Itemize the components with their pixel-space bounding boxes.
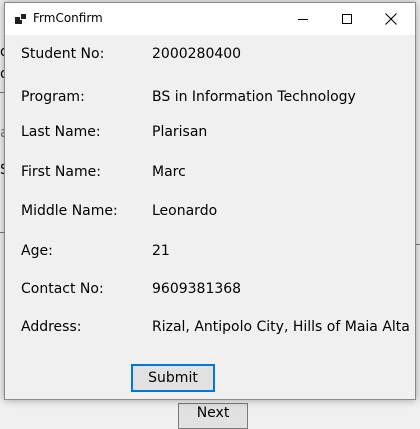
submit-button[interactable]: Submit <box>131 364 215 392</box>
maximize-icon <box>342 14 352 24</box>
app-icon <box>15 13 27 25</box>
address-label: Address: <box>21 319 82 335</box>
first-name-label: First Name: <box>21 164 101 180</box>
minimize-button[interactable] <box>281 3 325 35</box>
minimize-icon <box>298 18 308 20</box>
age-value: 21 <box>152 243 170 259</box>
contact-no-label: Contact No: <box>21 281 104 297</box>
first-name-value: Marc <box>152 164 186 180</box>
age-label: Age: <box>21 243 53 259</box>
close-icon <box>385 13 397 25</box>
title-bar[interactable]: FrmConfirm <box>5 3 415 35</box>
window-title: FrmConfirm <box>33 11 103 25</box>
maximize-button[interactable] <box>325 3 369 35</box>
student-no-label: Student No: <box>21 46 105 62</box>
program-value: BS in Information Technology <box>152 89 356 105</box>
program-label: Program: <box>21 89 85 105</box>
contact-no-value: 9609381368 <box>152 281 242 297</box>
close-button[interactable] <box>369 3 413 35</box>
middle-name-label: Middle Name: <box>21 203 118 219</box>
address-value: Rizal, Antipolo City, Hills of Maia Alta <box>152 319 410 335</box>
confirm-window: FrmConfirm Student No: 2000280400 Progra… <box>4 2 416 400</box>
student-no-value: 2000280400 <box>152 46 242 62</box>
last-name-value: Plarisan <box>152 124 208 140</box>
middle-name-value: Leonardo <box>152 203 218 219</box>
last-name-label: Last Name: <box>21 124 101 140</box>
background-next-button[interactable]: Next <box>178 403 248 429</box>
